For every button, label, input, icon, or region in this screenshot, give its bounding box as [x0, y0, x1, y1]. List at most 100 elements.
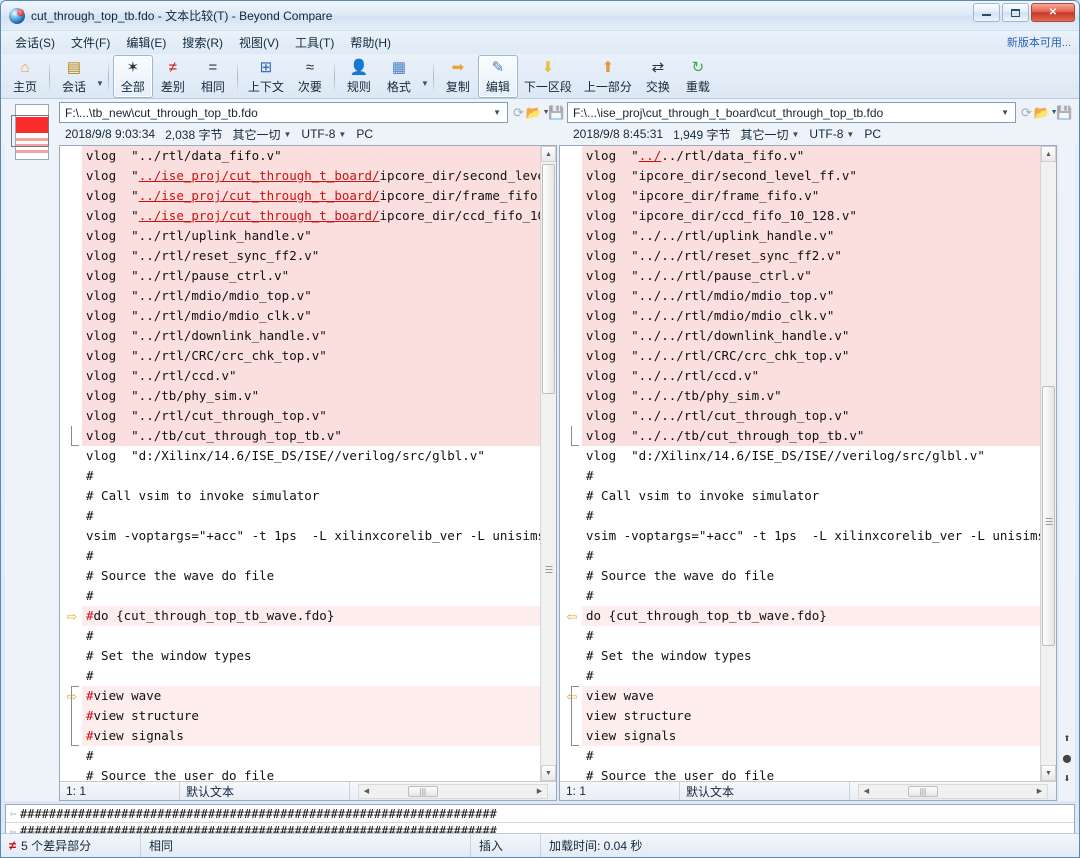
code-line[interactable]: view signals	[582, 726, 1040, 746]
next-diff-down-icon[interactable]: ⬇	[1059, 770, 1075, 786]
code-line[interactable]: #view wave	[82, 686, 540, 706]
code-line[interactable]: vlog "ipcore_dir/frame_fifo.v"	[582, 186, 1040, 206]
toolbar-button-next-section[interactable]: ⬇ 下一区段	[518, 55, 578, 98]
left-hscroll-thumb[interactable]: |||	[407, 785, 438, 797]
code-line[interactable]: vlog "../../tb/phy_sim.v"	[582, 386, 1040, 406]
code-line[interactable]: vlog "../rtl/cut_through_top.v"	[82, 406, 540, 426]
maximize-button[interactable]	[1002, 3, 1029, 22]
code-line[interactable]: #	[82, 626, 540, 646]
code-line[interactable]: view wave	[582, 686, 1040, 706]
left-save-icon[interactable]: 💾	[548, 103, 565, 122]
code-line[interactable]: #	[582, 546, 1040, 566]
toolbar-button-reload[interactable]: ↻ 重载	[678, 55, 718, 98]
new-version-link[interactable]: 新版本可用...	[1007, 34, 1071, 50]
right-code-view[interactable]: vlog "../../rtl/data_fifo.v" vlog "ipcore…	[582, 146, 1040, 781]
next-diff-up-icon[interactable]: ⬆	[1059, 730, 1075, 746]
menu-item-tools[interactable]: 工具(T)	[287, 32, 342, 53]
toolbar-button-format[interactable]: ▦ 格式	[379, 55, 419, 98]
code-line[interactable]: vlog "../../rtl/uplink_handle.v"	[582, 226, 1040, 246]
right-rules-selector[interactable]: 其它一切 ▼	[740, 126, 799, 143]
chevron-down-icon[interactable]: ▼	[489, 108, 505, 117]
menu-item-view[interactable]: 视图(V)	[231, 32, 287, 53]
menu-item-file[interactable]: 文件(F)	[63, 32, 118, 53]
code-line[interactable]: # Call vsim to invoke simulator	[582, 486, 1040, 506]
close-button[interactable]: ✕	[1031, 3, 1075, 22]
right-browse-history-icon[interactable]: ⟳	[1018, 103, 1035, 122]
right-change-markers[interactable]: ⇦⇦⇦⇦	[560, 146, 582, 781]
code-line[interactable]: view structure	[582, 706, 1040, 726]
code-line[interactable]: vlog "d:/Xilinx/14.6/ISE_DS/ISE//verilog…	[582, 446, 1040, 466]
code-line[interactable]: #	[82, 506, 540, 526]
code-line[interactable]: #	[82, 666, 540, 686]
scroll-up-icon[interactable]: ▲	[541, 146, 556, 162]
code-line[interactable]: vlog "../rtl/data_fifo.v"	[82, 146, 540, 166]
minimize-button[interactable]	[973, 3, 1000, 22]
code-line[interactable]: # Source the wave do file	[582, 566, 1040, 586]
code-line[interactable]: #	[582, 666, 1040, 686]
center-diff-icon[interactable]: ⬤	[1059, 750, 1075, 766]
code-line[interactable]: # Source the wave do file	[82, 566, 540, 586]
code-line[interactable]: #view signals	[82, 726, 540, 746]
code-line[interactable]: vlog "../rtl/mdio/mdio_clk.v"	[82, 306, 540, 326]
toolbar-button-session[interactable]: ▤ 会话	[54, 55, 94, 98]
menu-item-search[interactable]: 搜索(R)	[174, 32, 231, 53]
left-rules-selector[interactable]: 其它一切 ▼	[232, 126, 291, 143]
code-line[interactable]: vlog "../../rtl/cut_through_top.v"	[582, 406, 1040, 426]
code-line[interactable]: #	[582, 466, 1040, 486]
code-line[interactable]: vlog "ipcore_dir/second_level_ff.v"	[582, 166, 1040, 186]
code-line[interactable]: vlog "../rtl/uplink_handle.v"	[82, 226, 540, 246]
code-line[interactable]: vlog "../../rtl/reset_sync_ff2.v"	[582, 246, 1040, 266]
chevron-down-icon[interactable]: ▼	[421, 79, 429, 98]
toolbar-button-same[interactable]: = 相同	[193, 55, 233, 98]
diff-overview-thumbnail[interactable]	[11, 104, 49, 160]
right-save-icon[interactable]: 💾	[1056, 103, 1073, 122]
menu-item-edit[interactable]: 编辑(E)	[118, 32, 174, 53]
code-line[interactable]: vlog "../rtl/CRC/crc_chk_top.v"	[82, 346, 540, 366]
scroll-right-icon[interactable]: ▶	[1032, 787, 1047, 795]
scroll-right-icon[interactable]: ▶	[532, 787, 547, 795]
code-line[interactable]: #	[582, 626, 1040, 646]
code-line[interactable]: #	[82, 466, 540, 486]
code-line[interactable]: vsim -voptargs="+acc" -t 1ps -L xilinxco…	[582, 526, 1040, 546]
code-line[interactable]: vlog "../rtl/pause_ctrl.v"	[82, 266, 540, 286]
code-line[interactable]: vlog "../rtl/mdio/mdio_top.v"	[82, 286, 540, 306]
left-horizontal-scrollbar[interactable]: ◀ ||| ▶	[358, 783, 548, 799]
scroll-left-icon[interactable]: ◀	[359, 787, 374, 795]
left-code-view[interactable]: vlog "../rtl/data_fifo.v" vlog "../ise_pr…	[82, 146, 540, 781]
code-line[interactable]: vlog "../../rtl/mdio/mdio_clk.v"	[582, 306, 1040, 326]
code-line[interactable]: vlog "../rtl/ccd.v"	[82, 366, 540, 386]
left-change-markers[interactable]: ⇨⇨⇨⇨	[60, 146, 82, 781]
left-text-pane[interactable]: ⇨⇨⇨⇨ vlog "../rtl/data_fifo.v"vlog "../i…	[59, 145, 557, 801]
code-line[interactable]: vlog "d:/Xilinx/14.6/ISE_DS/ISE//verilog…	[82, 446, 540, 466]
left-encoding-selector[interactable]: UTF-8 ▼	[301, 127, 346, 141]
code-line[interactable]: vlog "../../rtl/pause_ctrl.v"	[582, 266, 1040, 286]
overview-viewport-box[interactable]	[11, 115, 49, 147]
left-path-input[interactable]: F:\...\tb_new\cut_through_top_tb.fdo ▼	[59, 102, 508, 123]
code-line[interactable]: #	[582, 586, 1040, 606]
code-line[interactable]: # Call vsim to invoke simulator	[82, 486, 540, 506]
left-open-folder-icon[interactable]: 📂 ▼	[525, 103, 549, 122]
menu-item-help[interactable]: 帮助(H)	[342, 32, 399, 53]
code-line[interactable]: vlog "../tb/cut_through_top_tb.v"	[82, 426, 540, 446]
code-line[interactable]: #	[82, 586, 540, 606]
toolbar-button-home[interactable]: ⌂ 主页	[5, 55, 45, 98]
code-line[interactable]: vlog "../ise_proj/cut_through_t_board/ip…	[82, 166, 540, 186]
code-line[interactable]: vlog "../../tb/cut_through_top_tb.v"	[582, 426, 1040, 446]
code-line[interactable]: #	[582, 506, 1040, 526]
code-line[interactable]: do {cut_through_top_tb_wave.fdo}	[582, 606, 1040, 626]
right-text-pane[interactable]: ⇦⇦⇦⇦ vlog "../../rtl/data_fifo.v"vlog "i…	[559, 145, 1057, 801]
menu-item-session[interactable]: 会话(S)	[7, 32, 63, 53]
toolbar-button-context[interactable]: ⊞ 上下文	[242, 55, 290, 98]
right-vertical-scrollbar[interactable]: ▲ ▼	[1040, 146, 1056, 781]
toolbar-button-prev-part[interactable]: ⬆ 上一部分	[578, 55, 638, 98]
toolbar-button-minor[interactable]: ≈ 次要	[290, 55, 330, 98]
left-browse-history-icon[interactable]: ⟳	[510, 103, 527, 122]
right-open-folder-icon[interactable]: 📂 ▼	[1033, 103, 1057, 122]
right-hscroll-thumb[interactable]: |||	[907, 785, 938, 797]
scroll-left-icon[interactable]: ◀	[859, 787, 874, 795]
code-line[interactable]: #	[582, 746, 1040, 766]
code-line[interactable]: vlog "../../rtl/data_fifo.v"	[582, 146, 1040, 166]
code-line[interactable]: vlog "../tb/phy_sim.v"	[82, 386, 540, 406]
left-scrollbar-thumb[interactable]	[542, 164, 555, 394]
code-line[interactable]: vlog "../../rtl/mdio/mdio_top.v"	[582, 286, 1040, 306]
